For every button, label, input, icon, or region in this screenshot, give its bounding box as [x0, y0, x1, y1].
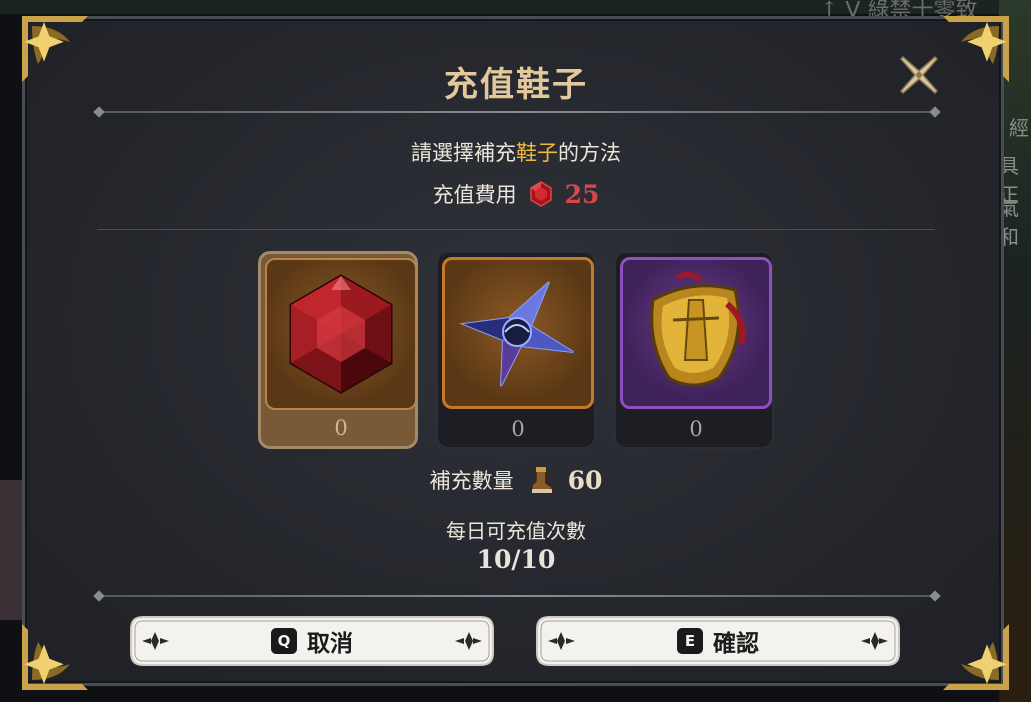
red-gem-option[interactable]: 0	[258, 251, 418, 449]
option-count: 0	[689, 417, 703, 441]
golden-shield-option[interactable]: 0	[614, 251, 774, 449]
red-gem-icon	[529, 181, 552, 207]
cost-value: 25	[564, 179, 600, 209]
option-icon-frame	[265, 258, 417, 410]
refill-prompt: 請選擇補充鞋子的方法	[25, 137, 1007, 167]
golden-shield-icon	[650, 272, 746, 387]
option-icon-frame	[620, 257, 772, 409]
star-shard-option[interactable]: 0	[436, 251, 596, 449]
title-divider	[97, 111, 935, 113]
daily-limit-value: 10/10	[476, 545, 556, 574]
background-side-text: 經	[1009, 116, 1029, 140]
option-icon-frame	[442, 257, 594, 409]
footer-divider	[97, 595, 935, 597]
cancel-button-content: Q 取消	[129, 615, 495, 667]
blue-star-shard-icon	[459, 281, 574, 387]
corner-ornament-icon	[22, 16, 88, 82]
cost-label: 充值費用	[432, 183, 517, 207]
prompt-highlight: 鞋子	[516, 141, 558, 165]
corner-ornament-icon	[22, 624, 88, 690]
cancel-button[interactable]: Q 取消	[129, 615, 495, 667]
dialog-title: 充值鞋子	[444, 65, 588, 105]
refill-amount-row: 補充數量 60	[25, 465, 1007, 495]
cancel-label: 取消	[307, 631, 353, 657]
prompt-text: 的方法	[558, 141, 621, 165]
confirm-button-content: E 確認	[535, 615, 901, 667]
daily-limit-label: 每日可充值次數	[446, 519, 586, 543]
cost-row: 充值費用 25	[25, 179, 1007, 209]
refill-label: 補充數量	[429, 469, 514, 493]
refill-shoes-dialog: 充值鞋子 請選擇補充鞋子的方法 充值費用 25 0 0 0 補充數量 60 每日…	[22, 16, 1004, 686]
option-count: 0	[334, 416, 348, 440]
confirm-label: 確認	[713, 631, 759, 657]
red-gem-icon	[289, 274, 393, 394]
corner-ornament-icon	[943, 16, 1009, 82]
prompt-text: 請選擇補充	[411, 141, 516, 165]
option-count: 0	[511, 417, 525, 441]
q-key-badge: Q	[271, 628, 297, 654]
confirm-button[interactable]: E 確認	[535, 615, 901, 667]
boot-icon	[530, 466, 553, 494]
divider-ornament	[93, 106, 105, 118]
corner-ornament-icon	[943, 624, 1009, 690]
section-divider	[97, 229, 935, 230]
e-key-badge: E	[677, 628, 703, 654]
divider-ornament	[929, 106, 941, 118]
refill-value: 60	[567, 465, 603, 495]
